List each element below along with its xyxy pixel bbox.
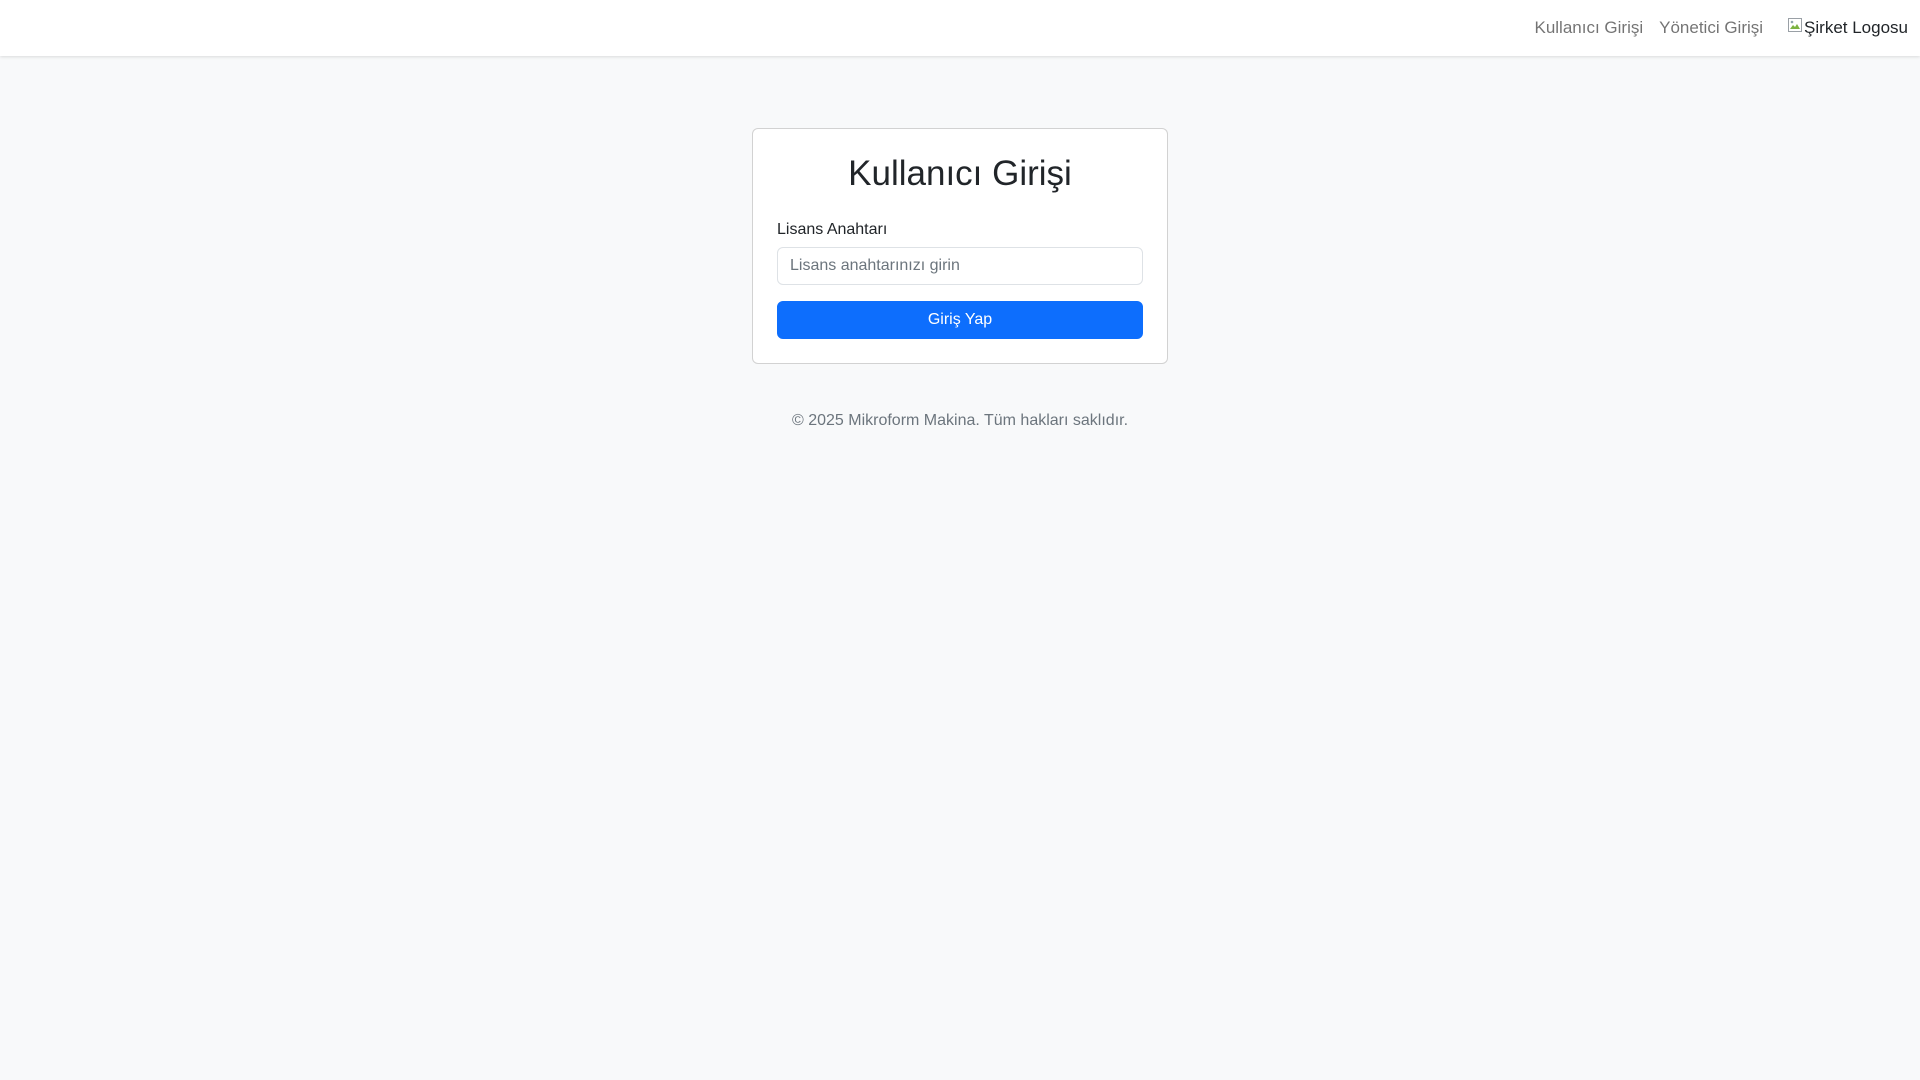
company-logo[interactable]: Şirket Logosu	[1787, 18, 1908, 38]
login-card: Kullanıcı Girişi Lisans Anahtarı Giriş Y…	[752, 128, 1168, 364]
nav-link-admin-login[interactable]: Yönetici Girişi	[1651, 18, 1771, 38]
login-button[interactable]: Giriş Yap	[777, 301, 1143, 339]
page-title: Kullanıcı Girişi	[848, 154, 1072, 193]
nav-link-user-login[interactable]: Kullanıcı Girişi	[1526, 18, 1651, 38]
company-logo-alt-text: Şirket Logosu	[1804, 18, 1908, 37]
broken-image-icon	[1787, 17, 1803, 33]
nav-links: Kullanıcı Girişi Yönetici Girişi	[1526, 18, 1771, 38]
license-key-label: Lisans Anahtarı	[777, 221, 888, 238]
license-key-input[interactable]	[777, 247, 1143, 285]
footer-copyright: © 2025 Mikroform Makina. Tüm hakları sak…	[791, 412, 1129, 429]
top-navbar: Kullanıcı Girişi Yönetici Girişi Şirket …	[0, 0, 1920, 56]
